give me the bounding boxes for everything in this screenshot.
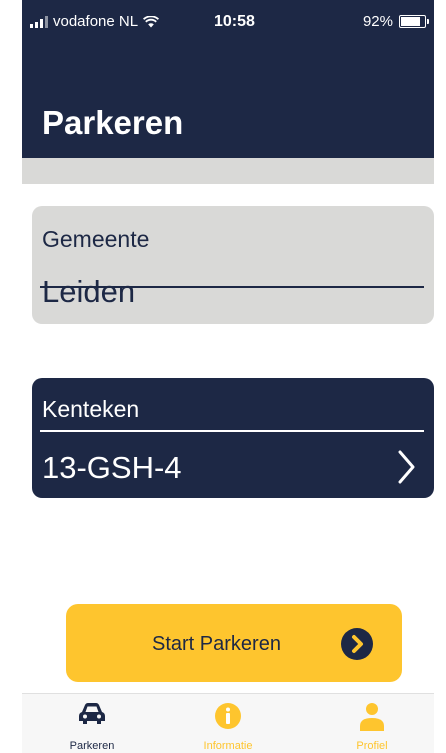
gemeente-label: Gemeente: [42, 226, 150, 252]
person-icon: [360, 703, 384, 731]
tab-informatie-label: Informatie: [203, 740, 253, 752]
kenteken-label: Kenteken: [42, 396, 140, 422]
arrow-right-icon: [341, 628, 373, 660]
tab-parkeren[interactable]: Parkeren: [32, 694, 152, 753]
tab-parkeren-label: Parkeren: [69, 740, 115, 752]
status-bar: vodafone NL 10:58 92%: [22, 0, 434, 44]
wifi-icon: [143, 15, 160, 27]
gemeente-value: Leiden: [42, 274, 136, 309]
gemeente-field[interactable]: Gemeente Leiden: [32, 206, 434, 324]
tab-bar: Parkeren Informatie Profiel: [22, 693, 434, 753]
page-title: Parkeren: [42, 104, 184, 141]
app-screen: vodafone NL 10:58 92% Parkeren Gemeente …: [22, 0, 434, 753]
car-icon: [79, 703, 105, 724]
kenteken-divider: [40, 430, 424, 432]
status-left: vodafone NL: [30, 13, 160, 30]
header: vodafone NL 10:58 92% Parkeren: [22, 0, 434, 158]
tab-informatie[interactable]: Informatie: [168, 694, 288, 753]
carrier-name: vodafone NL: [53, 13, 139, 30]
tab-profiel-label: Profiel: [356, 740, 388, 752]
start-parkeren-button[interactable]: Start Parkeren: [66, 604, 402, 682]
tab-profiel[interactable]: Profiel: [312, 694, 432, 753]
header-divider-band: [22, 158, 434, 184]
info-icon: [215, 703, 241, 729]
start-parkeren-label: Start Parkeren: [152, 633, 281, 655]
kenteken-field[interactable]: Kenteken 13-GSH-4: [32, 378, 434, 498]
battery-percent: 92%: [362, 13, 393, 30]
status-time: 10:58: [214, 13, 255, 30]
chevron-right-icon[interactable]: [398, 450, 416, 484]
battery-icon: [399, 15, 429, 28]
status-right: 92%: [362, 13, 429, 30]
signal-icon: [30, 15, 48, 28]
kenteken-value: 13-GSH-4: [42, 450, 182, 485]
